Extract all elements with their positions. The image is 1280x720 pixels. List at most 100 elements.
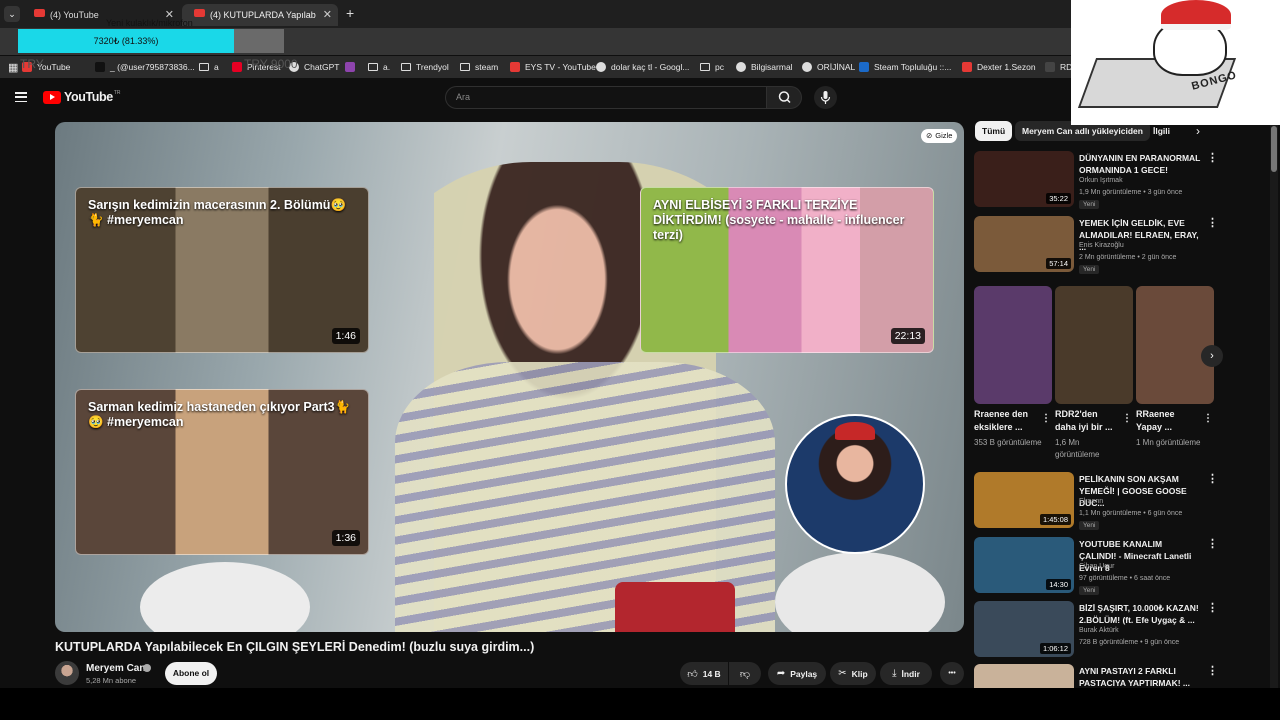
more-vertical-icon[interactable]: ⋮ [1041,413,1051,424]
related-video-thumbnail[interactable]: 1:06:12 [974,601,1074,657]
more-vertical-icon[interactable]: ⋮ [1207,472,1218,485]
related-video-title[interactable]: AYNI PASTAYI 2 FARKLI PASTACIYA YAPTIRMA… [1079,665,1201,689]
download-button[interactable]: ⤓ İndir [880,662,932,685]
bookmark-item[interactable]: Bilgisarmal [736,59,793,75]
related-video-channel[interactable]: Orkun Işıtmak [1079,177,1123,184]
related-video-channel[interactable]: Burak Aktürk [1079,627,1119,634]
more-vertical-icon[interactable]: ⋮ [1122,413,1132,424]
bookmark-item[interactable]: ORİJİNAL [802,59,855,75]
more-vertical-icon[interactable]: ⋮ [1203,413,1213,424]
bookmark-label: Steam Topluluğu ::... [874,62,952,72]
bookmark-label: Dexter 1.Sezon [977,62,1036,72]
bookmark-item[interactable] [345,59,360,75]
folder-icon [368,63,378,71]
end-card-video[interactable]: Sarışın kedimizin macerasının 2. Bölümü🥹… [75,187,369,353]
video-duration: 1:45:08 [1039,514,1071,525]
close-tab-icon[interactable]: ✕ [323,8,332,21]
new-tab-button[interactable]: + [346,5,354,21]
like-button[interactable]: 👍︎ 14 B [680,662,728,685]
microphone-icon [820,91,831,104]
thumbs-down-icon: 👎︎ [739,668,751,680]
scrollbar-thumb[interactable] [1271,126,1277,172]
shorts-next-button[interactable]: › [1201,345,1223,367]
end-card-video[interactable]: Sarman kedimiz hastaneden çıkıyor Part3🐈… [75,389,369,555]
more-vertical-icon[interactable]: ⋮ [1207,151,1218,164]
related-video-channel[interactable]: Elraenn [1079,498,1103,505]
bookmark-item[interactable]: _ (@user795873836... [95,59,195,75]
related-video-meta: 97 görüntüleme • 6 saat önce [1079,575,1171,582]
subscribe-button[interactable]: Abone ol [165,662,217,685]
video-duration: 1:06:12 [1039,643,1071,654]
related-video-thumbnail[interactable]: 1:45:08 [974,472,1074,528]
search-button[interactable] [766,86,802,109]
page-scrollbar[interactable] [1270,122,1278,688]
bookmark-item[interactable]: EYS TV - YouTube [510,59,596,75]
related-video-title[interactable]: BİZİ ŞAŞIRT, 10.000₺ KAZAN! 2.BÖLÜM! (ft… [1079,602,1201,626]
related-video-thumbnail[interactable]: 57:14 [974,216,1074,272]
end-card-title: Sarışın kedimizin macerasının 2. Bölümü🥹… [88,198,347,227]
folder-icon [460,63,470,71]
tab-title: (4) YouTube [50,10,99,20]
related-video-thumbnail[interactable]: 35:22 [974,151,1074,207]
bookmark-item[interactable]: dolar kaç tl - Googl... [596,59,689,75]
new-badge: Yeni [1079,265,1100,274]
short-thumbnail[interactable] [974,286,1052,404]
end-card-video[interactable]: AYNI ELBİSEYİ 3 FARKLI TERZİYE DİKTİRDİM… [640,187,934,353]
folder-icon [401,63,411,71]
bookmark-item[interactable]: steam [460,59,498,75]
more-vertical-icon[interactable]: ⋮ [1207,664,1218,677]
goal-progress-bar: 7320₺ (81.33%) [18,29,284,53]
browser-tab-active-video[interactable]: (4) KUTUPLARDA Yapılabilecek ✕ [182,4,338,26]
end-card-channel-avatar[interactable] [785,414,925,554]
video-player[interactable]: ⊘ Gizle Sarışın kedimizin macerasının 2.… [55,122,964,632]
pinterest-icon [232,62,242,72]
more-vertical-icon[interactable]: ⋮ [1207,537,1218,550]
search-input[interactable]: Ara [445,86,767,109]
search-icon [778,91,791,104]
short-title[interactable]: RRaenee Yapay ... [1136,408,1202,434]
related-video-title[interactable]: DÜNYANIN EN PARANORMAL ORMANINDA 1 GECE! [1079,152,1201,176]
related-video-thumbnail[interactable]: 14:30 [974,537,1074,593]
channel-avatar[interactable] [55,661,79,685]
short-title[interactable]: Rraenee den eksiklere ... [974,408,1040,434]
youtube-play-icon [43,90,61,104]
more-vertical-icon[interactable]: ⋮ [1207,216,1218,229]
dislike-button[interactable]: 👎︎ [729,662,761,685]
chip-all[interactable]: Tümü [975,121,1013,141]
steam-icon [859,62,869,72]
channel-name[interactable]: Meryem Can [86,663,145,674]
new-badge: Yeni [1079,586,1100,595]
apps-grid-icon[interactable]: ▦ [8,59,18,75]
bookmark-item[interactable]: pc [700,59,724,75]
related-video-channel[interactable]: Enis Kirazoğlu [1079,242,1124,249]
bookmark-item[interactable]: Trendyol [401,59,449,75]
short-thumbnail[interactable] [1136,286,1214,404]
bookmark-item[interactable]: Steam Topluluğu ::... [859,59,951,75]
related-video-meta: 2 Mn görüntüleme • 2 gün önce [1079,254,1177,261]
youtube-logo[interactable]: YouTube TR [43,90,120,104]
more-vertical-icon[interactable]: ⋮ [1207,601,1218,614]
voice-search-button[interactable] [814,86,837,109]
youtube-icon [34,9,45,17]
bookmark-item[interactable]: Dexter 1.Sezon [962,59,1036,75]
short-title[interactable]: RDR2'den daha iyi bir ... [1055,408,1121,434]
bookmark-label: Trendyol [416,62,449,72]
more-actions-button[interactable]: ••• [940,662,964,685]
related-video-channel[interactable]: Cihan Ugur [1079,563,1114,570]
chevron-right-icon[interactable]: › [1196,124,1200,138]
bookmark-item[interactable]: a. [368,59,390,75]
bookmark-label: dolar kaç tl - Googl... [611,62,690,72]
tab-list-dropdown-icon[interactable]: ⌄ [4,6,20,22]
bottom-black-bar [0,688,1280,720]
feather-icon [345,62,355,72]
share-button[interactable]: ➦ Paylaş [768,662,826,685]
related-video-meta: 1,9 Mn görüntüleme • 3 gün önce [1079,189,1183,196]
short-thumbnail[interactable] [1055,286,1133,404]
hide-end-cards-button[interactable]: ⊘ Gizle [921,129,958,143]
clip-button[interactable]: ✂ Klip [830,662,876,685]
bookmark-item[interactable]: a [199,59,219,75]
end-card-title: Sarman kedimiz hastaneden çıkıyor Part3🐈… [88,400,351,429]
new-badge: Yeni [1079,200,1100,209]
progress-text: 7320₺ (81.33%) [93,36,159,46]
hamburger-menu-icon[interactable] [15,92,27,103]
